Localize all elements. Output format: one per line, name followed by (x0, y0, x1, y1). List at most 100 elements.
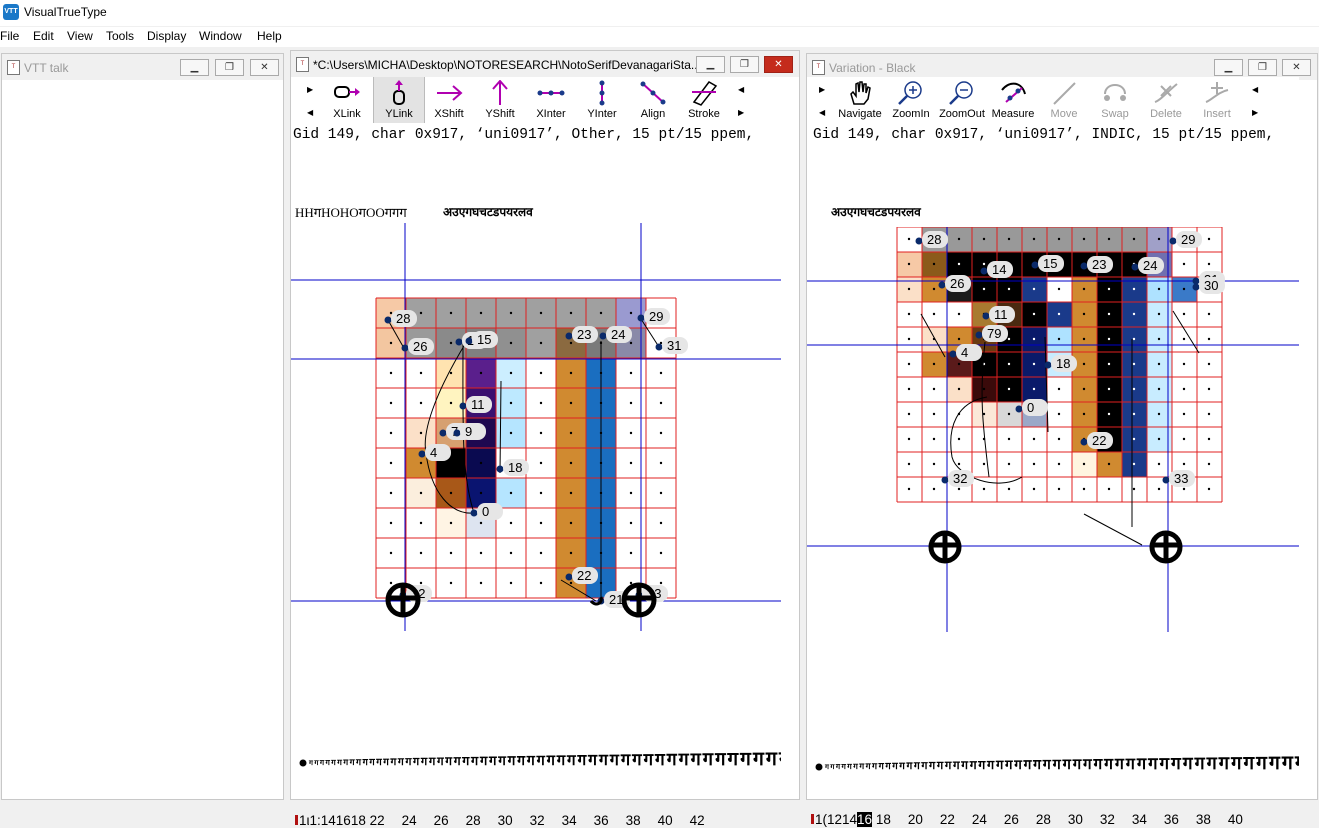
anchor-icon (385, 582, 421, 618)
toolbar-scroll-left-icon[interactable]: ◀ (738, 85, 744, 94)
pixel-center-dot (1132, 437, 1136, 441)
glyph-canvas[interactable]: Gid 149, char 0x917, ‘uni0917’, Other, 1… (291, 123, 781, 828)
toolbar-scroll-left-icon[interactable]: ◀ (1252, 85, 1258, 94)
waterfall-glyph: ग (1243, 753, 1256, 774)
ppem-label[interactable]: 22 (370, 813, 402, 828)
menu-window[interactable]: Window (199, 29, 242, 43)
waterfall-glyph: ग (587, 750, 598, 769)
menu-edit[interactable]: Edit (33, 29, 54, 43)
control-point (1080, 262, 1088, 270)
talk-editor[interactable] (2, 80, 283, 799)
ppem-label[interactable]: 34 (1132, 812, 1164, 827)
waterfall-glyph: ग (1281, 751, 1294, 774)
waterfall-glyph: ग (1093, 755, 1104, 773)
point-label: 28 (927, 232, 941, 247)
waterfall-glyph: ग (920, 759, 928, 772)
pixel-center-dot (1057, 412, 1061, 416)
ppem-label[interactable]: 24 (972, 812, 1004, 827)
ppem-label[interactable]: 34 (562, 813, 594, 828)
ppem-label[interactable]: 40 (1228, 812, 1260, 827)
tool-insert[interactable]: Insert (1192, 77, 1242, 123)
pixel-center-dot (629, 341, 633, 345)
pixel-center-dot (1157, 437, 1161, 441)
pixel-center-dot (1007, 237, 1011, 241)
ppem-label[interactable]: 38 (1196, 812, 1228, 827)
waterfall-glyph: ग (556, 751, 566, 769)
tool-align[interactable]: Align (628, 77, 678, 123)
waterfall-glyph: ग (479, 754, 488, 769)
restore-button[interactable]: ❐ (730, 56, 759, 73)
menu-file[interactable]: File (0, 29, 19, 43)
toolbar-scroll-right-icon[interactable]: ▶ (738, 108, 744, 117)
ppem-small-labels[interactable]: 1ι1:1416 (299, 813, 351, 828)
toolbar-scroll-right-icon[interactable]: ▶ (307, 85, 313, 94)
ppem-label[interactable]: 38 (626, 813, 658, 828)
menu-display[interactable]: Display (147, 29, 186, 43)
waterfall-glyph: ग (390, 756, 398, 768)
ppem-label[interactable]: 32 (530, 813, 562, 828)
minimize-button[interactable]: ▁ (1214, 59, 1243, 76)
ppem-label[interactable]: 42 (690, 813, 722, 828)
tool-xinter[interactable]: XInter (526, 77, 576, 123)
pixel-center-dot (569, 491, 573, 495)
ppem-label[interactable]: 30 (498, 813, 530, 828)
tool-xshift[interactable]: XShift (424, 77, 474, 123)
pixel-center-dot (629, 311, 633, 315)
toolbar-scroll-right-icon[interactable]: ▶ (819, 85, 825, 94)
pixel-center-dot (1207, 387, 1211, 391)
ppem-label[interactable]: 30 (1068, 812, 1100, 827)
tool-delete[interactable]: Delete (1141, 77, 1191, 123)
ppem-label[interactable]: 28 (1036, 812, 1068, 827)
menu-tools[interactable]: Tools (106, 29, 134, 43)
variation-canvas[interactable]: Gid 149, char 0x917, ‘uni0917’, INDIC, 1… (807, 123, 1299, 827)
toolbar-scroll-right-icon[interactable]: ▶ (1252, 108, 1258, 117)
tool-zoomout[interactable]: ZoomOut (937, 77, 987, 123)
close-button[interactable]: ✕ (1282, 59, 1311, 76)
ppem-label[interactable]: 36 (1164, 812, 1196, 827)
ppem-current[interactable]: 16 (857, 812, 873, 827)
ppem-label[interactable]: 40 (658, 813, 690, 828)
ppem-label[interactable]: 36 (594, 813, 626, 828)
waterfall-glyph: ग (1032, 757, 1042, 773)
tool-xlink[interactable]: XLink (322, 77, 372, 123)
minimize-button[interactable]: ▁ (180, 59, 209, 76)
restore-button[interactable]: ❐ (1248, 59, 1277, 76)
tool-ylink[interactable]: YLink (373, 77, 425, 123)
point-label: 29 (649, 309, 663, 324)
tool-swap[interactable]: Swap (1090, 77, 1140, 123)
tool-yinter[interactable]: YInter (577, 77, 627, 123)
ppem-label[interactable]: 18 (876, 812, 908, 827)
tool-zoomin[interactable]: ZoomIn (886, 77, 936, 123)
point-label: 22 (577, 568, 591, 583)
menu-help[interactable]: Help (257, 29, 282, 43)
tool-label: XShift (434, 108, 464, 120)
tool-stroke[interactable]: Stroke (679, 77, 729, 123)
ppem-label[interactable]: 26 (1004, 812, 1036, 827)
pixel-center-dot (1057, 337, 1061, 341)
tool-yshift[interactable]: YShift (475, 77, 525, 123)
toolbar-scroll-left-icon[interactable]: ◀ (307, 108, 313, 117)
minimize-button[interactable]: ▁ (696, 56, 725, 73)
ppem-label[interactable]: 28 (466, 813, 498, 828)
ppem-small-labels[interactable]: 1(1214 (815, 812, 857, 827)
restore-button[interactable]: ❐ (215, 59, 244, 76)
ppem-label[interactable]: 24 (402, 813, 434, 828)
toolbar-scroll-left-icon[interactable]: ◀ (819, 108, 825, 117)
close-button[interactable]: ✕ (764, 56, 793, 73)
pixel-center-dot (629, 521, 633, 525)
menu-view[interactable]: View (67, 29, 93, 43)
tool-navigate[interactable]: Navigate (835, 77, 885, 123)
tool-measure[interactable]: Measure (988, 77, 1038, 123)
pixel-center-dot (1182, 462, 1186, 466)
ppem-label-18[interactable]: 18 (351, 813, 366, 828)
ppem-label[interactable]: 20 (908, 812, 940, 827)
waterfall-glyph: ग (1042, 757, 1052, 773)
close-button[interactable]: ✕ (250, 59, 279, 76)
tool-move[interactable]: Move (1039, 77, 1089, 123)
ppem-label[interactable]: 26 (434, 813, 466, 828)
waterfall-glyph: ग (727, 749, 740, 770)
ppem-label[interactable]: 22 (940, 812, 972, 827)
glyph-grid-right[interactable]: 28261415232429311179418022323330 (807, 227, 1299, 637)
ppem-label[interactable]: 32 (1100, 812, 1132, 827)
glyph-grid-left[interactable]: 28261415232429311179418022213233 (291, 223, 781, 643)
